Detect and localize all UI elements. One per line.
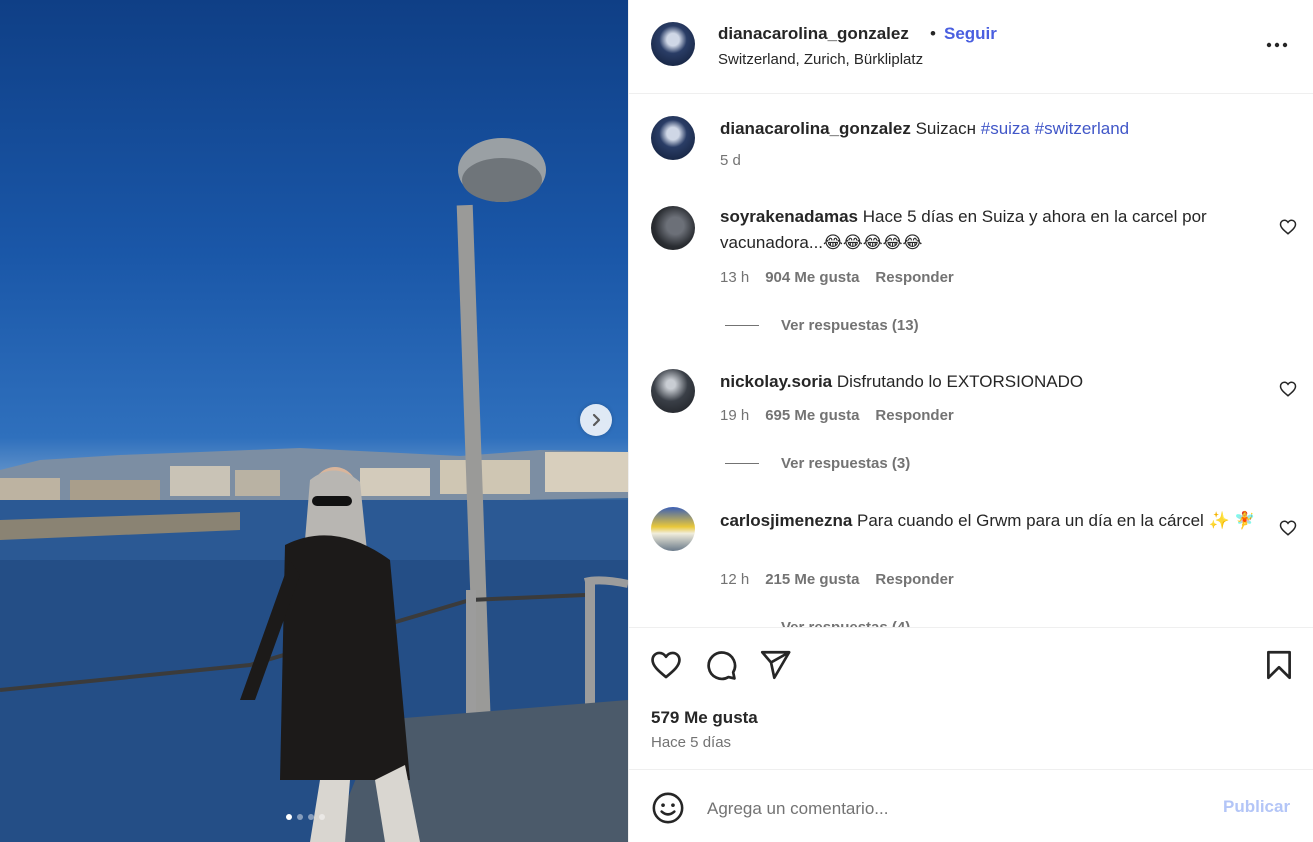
post-location[interactable]: Switzerland, Zurich, Bürkliplatz [718, 51, 923, 68]
comment-text: carlosjimenezna Para cuando el Grwm para… [720, 508, 1260, 534]
carousel-dot [319, 814, 325, 820]
reply-button[interactable]: Responder [875, 571, 953, 588]
comment-likes[interactable]: 215 Me gusta [765, 571, 859, 588]
author-avatar[interactable] [651, 22, 695, 66]
carousel-dot [297, 814, 303, 820]
comment-age[interactable]: 19 h [720, 407, 749, 424]
comment-like-heart-icon[interactable] [1279, 519, 1297, 537]
hashtag-link[interactable]: #switzerland [1035, 119, 1130, 138]
comment-input[interactable] [705, 795, 1189, 823]
caption-age[interactable]: 5 d [720, 152, 741, 169]
reply-button[interactable]: Responder [875, 407, 953, 424]
commenter-avatar[interactable] [651, 206, 695, 250]
post-photo[interactable] [0, 0, 628, 842]
comment-like-heart-icon[interactable] [1279, 380, 1297, 398]
view-replies-button[interactable]: Ver respuestas (3) [725, 455, 910, 472]
photo-scene [0, 138, 628, 842]
comment-text: nickolay.soria Disfrutando lo EXTORSIONA… [720, 369, 1260, 395]
caption-username[interactable]: dianacarolina_gonzalez [720, 119, 911, 138]
comment-text: soyrakenadamas Hace 5 días en Suiza y ah… [720, 204, 1260, 256]
carousel-next-button[interactable] [580, 404, 612, 436]
carousel-dot [308, 814, 314, 820]
carousel-dot [286, 814, 292, 820]
comment-meta: 19 h 695 Me gusta Responder [720, 407, 954, 424]
view-replies-button[interactable]: Ver respuestas (4) [725, 619, 910, 627]
commenter-username[interactable]: soyrakenadamas [720, 207, 858, 226]
caption-meta: 5 d [720, 152, 741, 169]
reply-button[interactable]: Responder [875, 269, 953, 286]
post-header: dianacarolina_gonzalez • Seguir Switzerl… [629, 0, 1313, 94]
post-modal: dianacarolina_gonzalez • Seguir Switzerl… [0, 0, 1313, 842]
more-horizontal-icon[interactable] [1265, 35, 1289, 55]
comment-likes[interactable]: 904 Me gusta [765, 269, 859, 286]
caption-avatar[interactable] [651, 116, 695, 160]
comment-body: Para cuando el Grwm para un día en la cá… [857, 511, 1256, 530]
commenter-username[interactable]: nickolay.soria [720, 372, 832, 391]
view-replies-label: Ver respuestas (3) [781, 455, 911, 472]
comment-age[interactable]: 12 h [720, 571, 749, 588]
commenter-avatar[interactable] [651, 507, 695, 551]
carousel-indicator [286, 814, 325, 820]
add-comment-bar: Publicar [629, 771, 1313, 842]
comment-body: Disfrutando lo EXTORSIONADO [836, 372, 1084, 391]
follow-button[interactable]: Seguir [944, 24, 997, 44]
comment-like-heart-icon[interactable] [1279, 218, 1297, 236]
commenter-username[interactable]: carlosjimenezna [720, 511, 852, 530]
view-replies-label: Ver respuestas (13) [781, 317, 919, 334]
chevron-right-icon [592, 413, 601, 427]
send-icon[interactable] [758, 648, 792, 682]
publish-button[interactable]: Publicar [1223, 797, 1290, 817]
view-replies-label: Ver respuestas (4) [781, 619, 910, 627]
header-separator: • [930, 24, 936, 43]
replies-divider [725, 463, 759, 464]
hashtag-link[interactable]: #suiza [981, 119, 1030, 138]
comment-age[interactable]: 13 h [720, 269, 749, 286]
heart-icon[interactable] [649, 648, 683, 682]
post-timestamp[interactable]: Hace 5 días [651, 734, 731, 751]
comment-meta: 13 h 904 Me gusta Responder [720, 269, 954, 286]
replies-divider [725, 325, 759, 326]
comment-icon[interactable] [704, 648, 738, 682]
post-details-panel: dianacarolina_gonzalez • Seguir Switzerl… [628, 0, 1313, 842]
view-replies-button[interactable]: Ver respuestas (13) [725, 317, 919, 334]
caption-text: dianacarolina_gonzalez Suizacн #suiza #s… [720, 116, 1260, 142]
post-actions: 579 Me gusta Hace 5 días [629, 627, 1313, 770]
caption-body: Suizacн [915, 119, 976, 138]
comments-list[interactable]: dianacarolina_gonzalez Suizacн #suiza #s… [629, 94, 1313, 627]
comment-meta: 12 h 215 Me gusta Responder [720, 571, 954, 588]
comment-likes[interactable]: 695 Me gusta [765, 407, 859, 424]
bookmark-icon[interactable] [1262, 648, 1296, 682]
commenter-avatar[interactable] [651, 369, 695, 413]
author-username[interactable]: dianacarolina_gonzalez [718, 24, 909, 44]
emoji-icon[interactable] [651, 791, 685, 825]
likes-count[interactable]: 579 Me gusta [651, 708, 758, 728]
